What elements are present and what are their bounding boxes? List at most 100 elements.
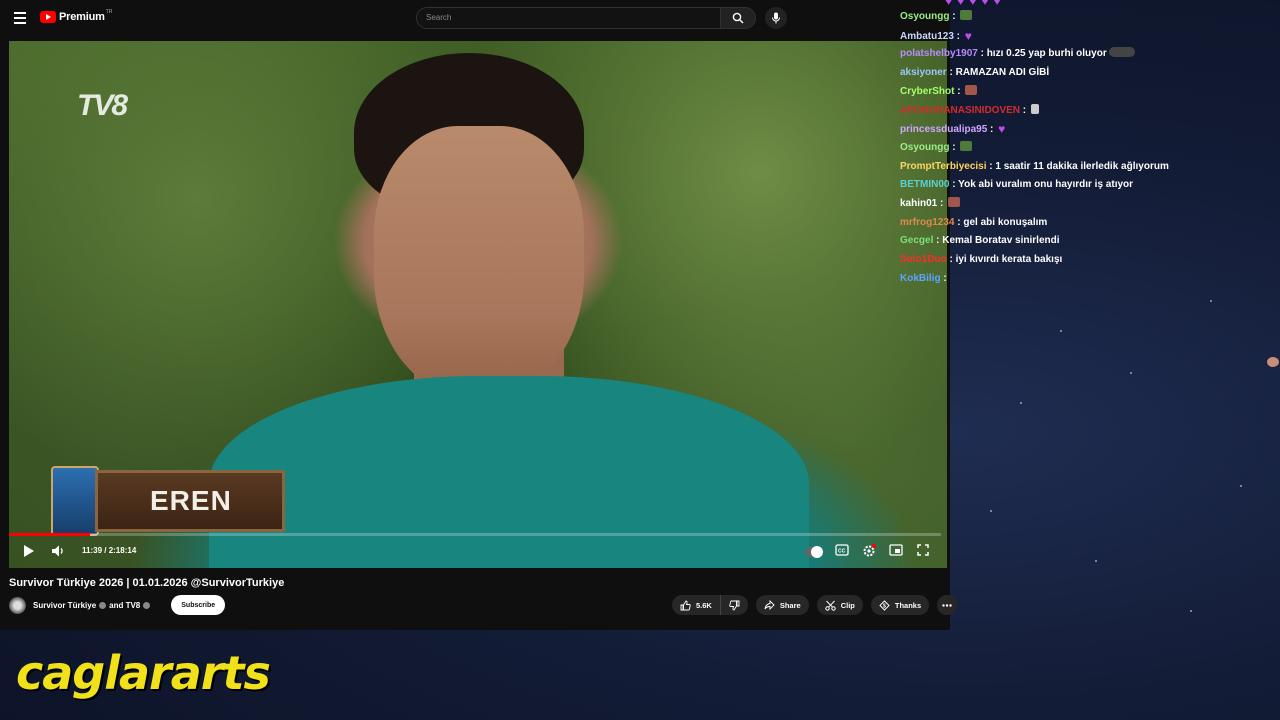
chat-text: RAMAZAN ADI GİBİ (955, 67, 1050, 79)
like-count: 5.6K (696, 600, 712, 610)
logo-country: TR (105, 9, 113, 15)
chat-separator: : (946, 254, 956, 266)
frog-emote-icon (960, 140, 973, 151)
emote-row-icon: ♥♥♥♥♥ (945, 0, 1006, 8)
chat-message: kahin01 : (900, 197, 961, 211)
share-button[interactable]: Share (755, 595, 809, 615)
chat-message: aksiyoner : RAMAZAN ADI GİBİ (900, 66, 1049, 80)
chat-message: Solo1Duo : iyi kıvırdı kerata bakışı (900, 253, 1062, 267)
chat-username[interactable]: KokBilig (900, 273, 941, 284)
chat-separator: : (937, 198, 947, 209)
volume-icon[interactable] (51, 544, 65, 558)
verified-icon (143, 601, 151, 609)
chat-message: BETMIN00 : Yok abi vuralım onu hayırdır … (900, 178, 1133, 192)
chat-text: Kemal Boratav sinirlendi (942, 235, 1060, 247)
chat-username[interactable]: Osyoungg (900, 142, 949, 153)
chat-username[interactable]: APONUNANASINIDOVEN (900, 105, 1020, 116)
search-button[interactable] (720, 7, 756, 29)
thanks-icon: $ (879, 599, 890, 611)
captions-icon[interactable]: CC (835, 544, 849, 556)
channel-name[interactable]: Survivor Türkiye (33, 601, 96, 610)
chat-message: Osyoungg : (900, 140, 973, 155)
thumbs-down-icon (729, 600, 740, 610)
frog-emote-icon (960, 10, 973, 20)
tv8-logo: TV8 (77, 89, 128, 122)
verified-icon (99, 601, 107, 609)
progress-played (9, 533, 90, 536)
search-placeholder: Search (426, 13, 452, 22)
thumbs-up-icon (680, 600, 691, 610)
nameplate-text: EREN (150, 485, 232, 516)
chat-username[interactable]: princessdualipa95 (900, 124, 987, 135)
dislike-button[interactable] (719, 595, 748, 615)
chat-message: Osyoungg : (900, 10, 973, 24)
chat-separator: : (933, 235, 943, 247)
car-emote-icon (1108, 47, 1135, 58)
chat-username[interactable]: Ambatu123 (900, 31, 954, 42)
channel-collab[interactable]: and TV8 (109, 601, 140, 610)
chat-username[interactable]: CryberShot (900, 86, 954, 97)
chat-username[interactable]: Gecgel (900, 235, 933, 246)
chat-separator: : (1020, 104, 1029, 116)
scissors-icon (825, 600, 836, 611)
chat-username[interactable]: polatshelby1907 (900, 48, 978, 59)
video-player[interactable]: TV8 EREN (9, 41, 947, 568)
chat-message: mrfrog1234 : gel abi konuşalım (900, 216, 1047, 230)
survivor-badge-icon (51, 466, 99, 536)
player-controls: 11:39 / 2:18:14 CC (9, 540, 947, 564)
chat-username[interactable]: Solo1Duo (900, 254, 947, 265)
progress-bar[interactable] (9, 533, 941, 536)
heart-emote-icon: ♥ (964, 28, 972, 43)
clip-label: Clip (840, 600, 855, 610)
chat-separator: : (946, 67, 956, 79)
face-emote-icon (1267, 356, 1279, 367)
chat-username[interactable]: Osyoungg (900, 11, 949, 22)
nameplate: EREN (51, 466, 285, 536)
share-label: Share (779, 600, 801, 610)
chat-message: princessdualipa95 : ♥ (900, 122, 1005, 136)
settings-icon[interactable] (862, 544, 876, 558)
youtube-play-icon (40, 11, 56, 23)
miniplayer-icon[interactable] (889, 544, 903, 556)
thanks-label: Thanks (894, 600, 922, 610)
subscribe-button[interactable]: Subscribe (171, 595, 226, 615)
meme-emote-icon (965, 84, 978, 95)
search-icon (732, 12, 744, 24)
channel-row: Survivor Türkiye and TV8 Subscribe (9, 595, 226, 615)
chat-separator: : (949, 141, 959, 153)
menu-icon[interactable] (14, 12, 26, 24)
youtube-window: Premium TR Search TV8 EREN 11:39 / 2:18:… (0, 0, 958, 630)
more-actions-button[interactable] (937, 595, 958, 615)
action-bar: 5.6K Share Clip $ Thanks (672, 595, 958, 615)
chat-message: CryberShot : (900, 84, 978, 99)
meme-emote-icon (948, 197, 961, 207)
play-icon[interactable] (23, 544, 35, 558)
search-input[interactable]: Search (416, 7, 721, 29)
chat-username[interactable]: kahin01 (900, 198, 937, 209)
chat-message: Ambatu123 : ♥ (900, 29, 972, 43)
mic-icon (772, 12, 780, 24)
like-button[interactable]: 5.6K (672, 595, 720, 615)
chat-username[interactable]: aksiyoner (900, 67, 947, 78)
youtube-logo[interactable]: Premium TR (40, 9, 113, 23)
chat-text: Yok abi vuralım onu hayırdır iş atıyor (958, 179, 1134, 191)
chat-separator: : (949, 11, 959, 22)
chat-text: iyi kıvırdı kerata bakışı (955, 254, 1063, 266)
chat-message: APONUNANASINIDOVEN : (900, 103, 1039, 118)
chat-username[interactable]: mrfrog1234 (900, 217, 954, 228)
watermark: caglararts (16, 646, 271, 700)
channel-avatar[interactable] (9, 596, 26, 614)
fullscreen-icon[interactable] (917, 544, 929, 556)
chat-separator: : (949, 179, 959, 191)
autoplay-toggle[interactable] (805, 546, 823, 558)
chat-message: KokBilig : (900, 272, 1279, 367)
time-display: 11:39 / 2:18:14 (82, 546, 137, 555)
svg-text:CC: CC (838, 549, 846, 555)
chat-username[interactable]: BETMIN00 (900, 179, 949, 190)
voice-search-button[interactable] (765, 7, 787, 29)
thanks-button[interactable]: $ Thanks (870, 595, 930, 615)
video-title: Survivor Türkiye 2026 | 01.01.2026 @Surv… (9, 577, 285, 589)
chat-separator: : (954, 85, 964, 97)
clip-button[interactable]: Clip (816, 595, 863, 615)
chat-username[interactable]: PromptTerbiyecisi (900, 161, 987, 172)
